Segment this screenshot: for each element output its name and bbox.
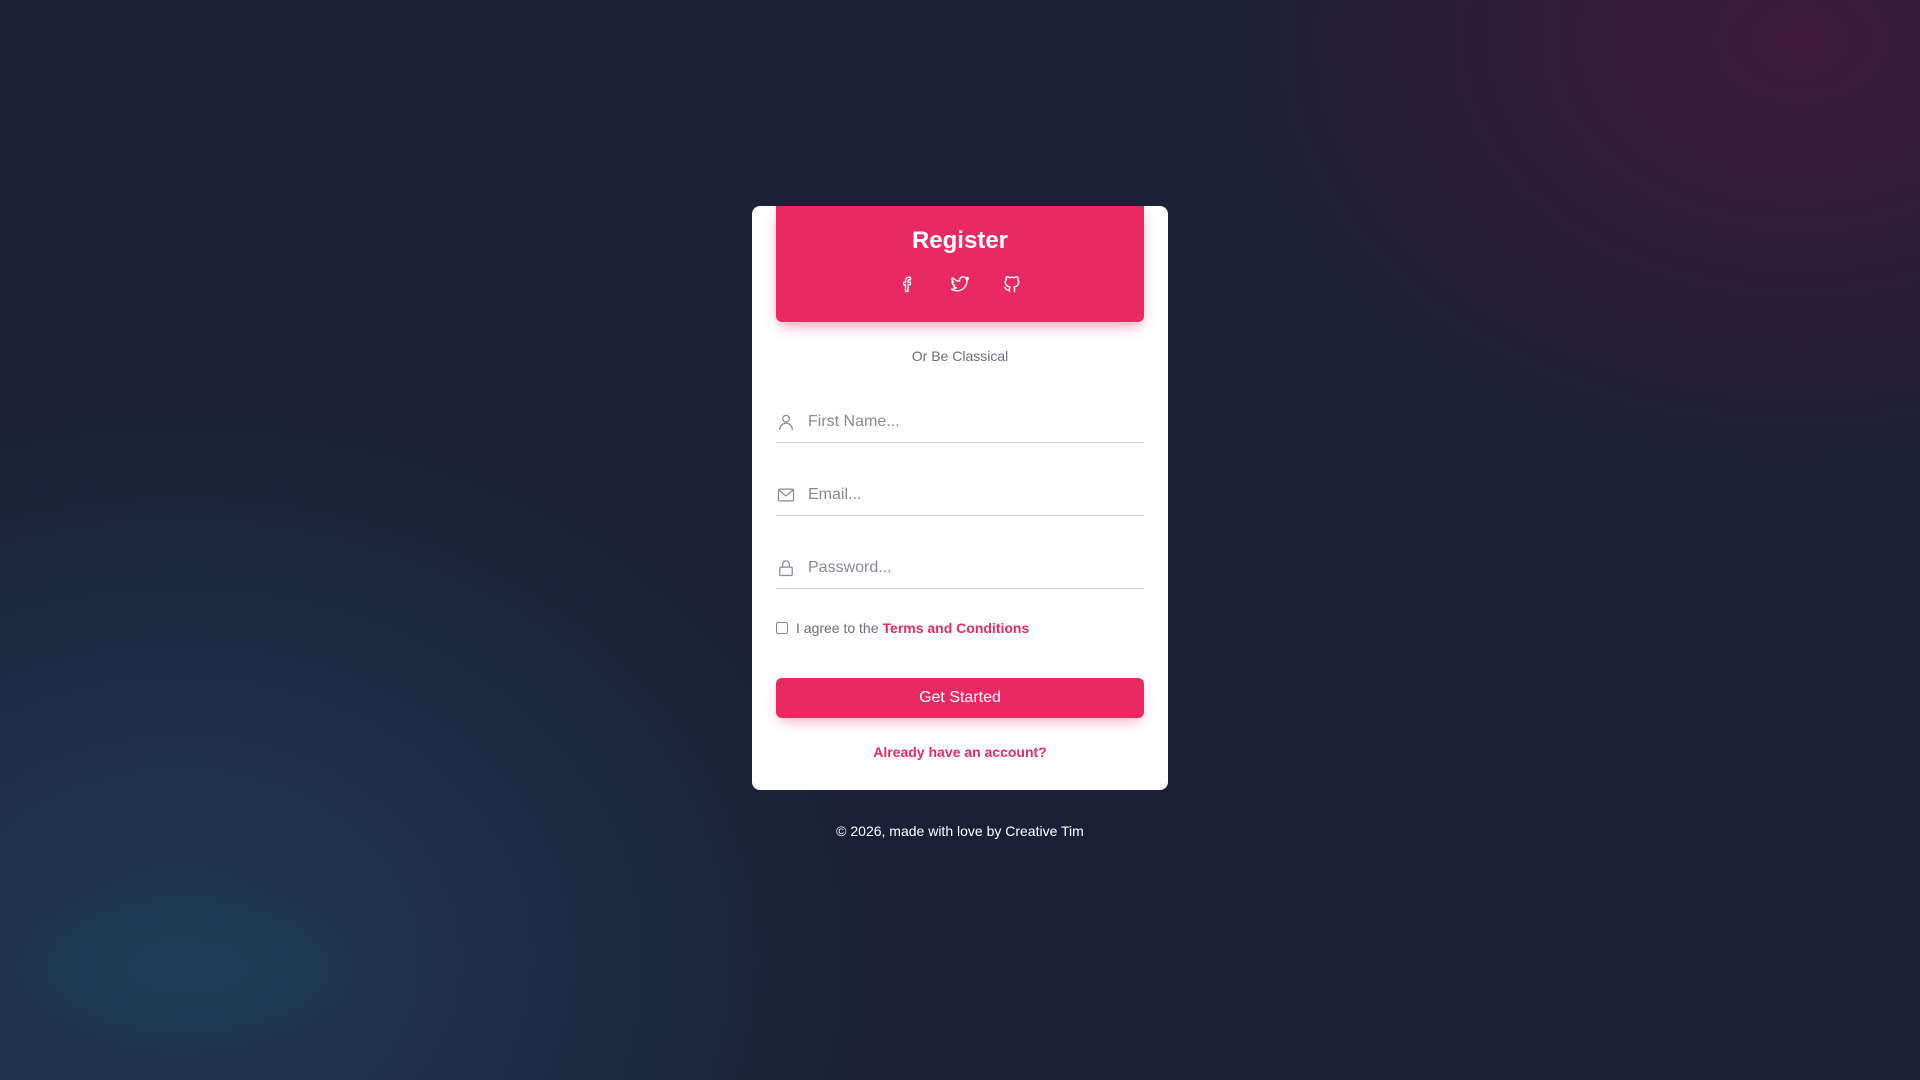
github-icon [1003,275,1020,293]
facebook-button[interactable] [898,274,918,294]
user-icon [776,412,796,432]
twitter-icon [951,276,969,292]
footer-prefix: © 2026, made with love by [836,823,1002,839]
email-field [776,475,1144,516]
divider-text: Or Be Classical [911,348,1009,364]
get-started-button[interactable]: Get Started [776,678,1144,718]
terms-checkbox[interactable] [776,622,788,634]
card-title: Register [911,227,1009,254]
twitter-button[interactable] [950,274,970,294]
email-input[interactable] [808,475,1144,515]
terms-row: I agree to the Terms and Conditions [776,620,1029,636]
terms-link[interactable]: Terms and Conditions [883,620,1030,636]
creative-tim-link[interactable]: Creative Tim [1005,823,1084,839]
social-buttons [776,274,1144,294]
github-button[interactable] [1002,274,1022,294]
first-name-field [776,402,1144,443]
card-header: Register [776,206,1144,322]
already-have-account-link[interactable]: Already have an account? [752,744,1168,760]
password-input[interactable] [808,548,1144,588]
mail-icon [776,485,796,505]
lock-icon [776,558,796,578]
password-field [776,548,1144,589]
first-name-input[interactable] [808,402,1144,442]
footer: © 2026, made with love by Creative Tim [0,823,1920,839]
terms-prefix: I agree to the [796,620,879,636]
facebook-icon [903,276,912,293]
